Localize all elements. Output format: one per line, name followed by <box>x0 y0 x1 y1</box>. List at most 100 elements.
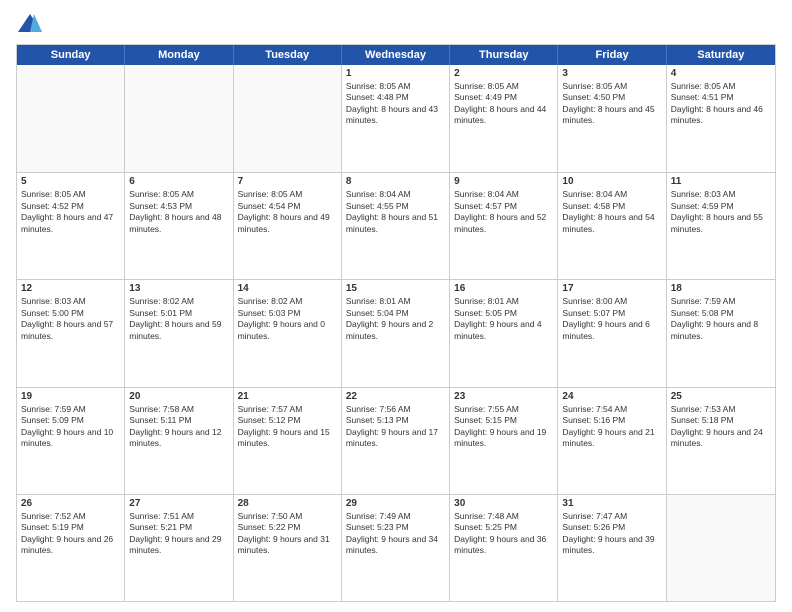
day-info: Sunrise: 8:01 AMSunset: 5:04 PMDaylight:… <box>346 296 445 342</box>
calendar-cell: 21Sunrise: 7:57 AMSunset: 5:12 PMDayligh… <box>234 388 342 494</box>
day-info: Sunrise: 7:51 AMSunset: 5:21 PMDaylight:… <box>129 511 228 557</box>
calendar-row: 19Sunrise: 7:59 AMSunset: 5:09 PMDayligh… <box>17 387 775 494</box>
calendar-cell: 27Sunrise: 7:51 AMSunset: 5:21 PMDayligh… <box>125 495 233 601</box>
day-info: Sunrise: 8:03 AMSunset: 4:59 PMDaylight:… <box>671 189 771 235</box>
calendar-cell: 4Sunrise: 8:05 AMSunset: 4:51 PMDaylight… <box>667 65 775 172</box>
header <box>16 10 776 38</box>
day-number: 24 <box>562 391 661 402</box>
calendar-row: 12 Sunrise: 8:03 AMSunset: 5:00 PMDayligh… <box>17 279 775 386</box>
day-info: Sunrise: 7:54 AMSunset: 5:16 PMDaylight:… <box>562 404 661 450</box>
day-number: 7 <box>238 176 337 187</box>
calendar-row: 1 Sunrise: 8:05 AMSunset: 4:48 PMDaylight… <box>17 65 775 172</box>
weekday-header: Saturday <box>667 45 775 65</box>
day-number: 29 <box>346 498 445 509</box>
day-info: Sunrise: 8:05 AMSunset: 4:51 PMDaylight:… <box>671 81 771 127</box>
weekday-header: Monday <box>125 45 233 65</box>
day-number: 22 <box>346 391 445 402</box>
calendar-row: 26 Sunrise: 7:52 AMSunset: 5:19 PMDayligh… <box>17 494 775 601</box>
day-info: Sunrise: 8:05 AMSunset: 4:48 PMDaylight:… <box>346 81 445 127</box>
calendar-body: 1 Sunrise: 8:05 AMSunset: 4:48 PMDaylight… <box>17 65 775 601</box>
day-info: Sunrise: 8:01 AMSunset: 5:05 PMDaylight:… <box>454 296 553 342</box>
logo <box>16 10 48 38</box>
day-number: 6 <box>129 176 228 187</box>
page: SundayMondayTuesdayWednesdayThursdayFrid… <box>0 0 792 612</box>
calendar-header: SundayMondayTuesdayWednesdayThursdayFrid… <box>17 45 775 65</box>
calendar-cell <box>17 65 125 172</box>
day-info: Sunrise: 7:47 AMSunset: 5:26 PMDaylight:… <box>562 511 661 557</box>
day-info: Sunrise: 7:53 AMSunset: 5:18 PMDaylight:… <box>671 404 771 450</box>
calendar-cell <box>234 65 342 172</box>
weekday-header: Friday <box>558 45 666 65</box>
calendar-cell: 3Sunrise: 8:05 AMSunset: 4:50 PMDaylight… <box>558 65 666 172</box>
calendar-row: 5 Sunrise: 8:05 AMSunset: 4:52 PMDaylight… <box>17 172 775 279</box>
calendar-cell: 1 Sunrise: 8:05 AMSunset: 4:48 PMDaylight… <box>342 65 450 172</box>
calendar-cell: 15Sunrise: 8:01 AMSunset: 5:04 PMDayligh… <box>342 280 450 386</box>
day-number: 9 <box>454 176 553 187</box>
calendar-cell: 25 Sunrise: 7:53 AMSunset: 5:18 PMDayligh… <box>667 388 775 494</box>
day-number: 2 <box>454 68 553 79</box>
calendar-cell: 23Sunrise: 7:55 AMSunset: 5:15 PMDayligh… <box>450 388 558 494</box>
day-number: 16 <box>454 283 553 294</box>
day-info: Sunrise: 8:03 AMSunset: 5:00 PMDaylight:… <box>21 296 120 342</box>
day-info: Sunrise: 8:05 AMSunset: 4:53 PMDaylight:… <box>129 189 228 235</box>
calendar-cell <box>125 65 233 172</box>
day-info: Sunrise: 8:05 AMSunset: 4:49 PMDaylight:… <box>454 81 553 127</box>
calendar-cell: 30Sunrise: 7:48 AMSunset: 5:25 PMDayligh… <box>450 495 558 601</box>
weekday-header: Sunday <box>17 45 125 65</box>
logo-icon <box>16 10 44 38</box>
calendar-cell: 20Sunrise: 7:58 AMSunset: 5:11 PMDayligh… <box>125 388 233 494</box>
day-info: Sunrise: 7:50 AMSunset: 5:22 PMDaylight:… <box>238 511 337 557</box>
calendar-cell: 19Sunrise: 7:59 AMSunset: 5:09 PMDayligh… <box>17 388 125 494</box>
weekday-header: Thursday <box>450 45 558 65</box>
calendar-cell: 5 Sunrise: 8:05 AMSunset: 4:52 PMDaylight… <box>17 173 125 279</box>
day-number: 28 <box>238 498 337 509</box>
calendar-cell: 10 Sunrise: 8:04 AMSunset: 4:58 PMDayligh… <box>558 173 666 279</box>
day-info: Sunrise: 7:49 AMSunset: 5:23 PMDaylight:… <box>346 511 445 557</box>
day-number: 26 <box>21 498 120 509</box>
calendar-cell: 26 Sunrise: 7:52 AMSunset: 5:19 PMDayligh… <box>17 495 125 601</box>
day-number: 17 <box>562 283 661 294</box>
calendar-cell: 12 Sunrise: 8:03 AMSunset: 5:00 PMDayligh… <box>17 280 125 386</box>
day-info: Sunrise: 7:56 AMSunset: 5:13 PMDaylight:… <box>346 404 445 450</box>
calendar-cell <box>667 495 775 601</box>
calendar-cell: 22 Sunrise: 7:56 AMSunset: 5:13 PMDayligh… <box>342 388 450 494</box>
day-info: Sunrise: 8:02 AMSunset: 5:01 PMDaylight:… <box>129 296 228 342</box>
day-number: 18 <box>671 283 771 294</box>
calendar-cell: 8Sunrise: 8:04 AMSunset: 4:55 PMDaylight… <box>342 173 450 279</box>
day-number: 10 <box>562 176 661 187</box>
calendar-cell: 28 Sunrise: 7:50 AMSunset: 5:22 PMDayligh… <box>234 495 342 601</box>
weekday-header: Wednesday <box>342 45 450 65</box>
day-number: 12 <box>21 283 120 294</box>
day-info: Sunrise: 8:05 AMSunset: 4:54 PMDaylight:… <box>238 189 337 235</box>
day-info: Sunrise: 7:59 AMSunset: 5:08 PMDaylight:… <box>671 296 771 342</box>
calendar-cell: 13Sunrise: 8:02 AMSunset: 5:01 PMDayligh… <box>125 280 233 386</box>
day-number: 23 <box>454 391 553 402</box>
day-info: Sunrise: 8:02 AMSunset: 5:03 PMDaylight:… <box>238 296 337 342</box>
day-info: Sunrise: 8:00 AMSunset: 5:07 PMDaylight:… <box>562 296 661 342</box>
day-info: Sunrise: 8:04 AMSunset: 4:57 PMDaylight:… <box>454 189 553 235</box>
calendar-cell: 7 Sunrise: 8:05 AMSunset: 4:54 PMDaylight… <box>234 173 342 279</box>
day-info: Sunrise: 8:05 AMSunset: 4:52 PMDaylight:… <box>21 189 120 235</box>
day-info: Sunrise: 8:05 AMSunset: 4:50 PMDaylight:… <box>562 81 661 127</box>
calendar-cell: 6 Sunrise: 8:05 AMSunset: 4:53 PMDaylight… <box>125 173 233 279</box>
day-info: Sunrise: 8:04 AMSunset: 4:58 PMDaylight:… <box>562 189 661 235</box>
day-number: 14 <box>238 283 337 294</box>
day-number: 25 <box>671 391 771 402</box>
day-number: 5 <box>21 176 120 187</box>
day-info: Sunrise: 8:04 AMSunset: 4:55 PMDaylight:… <box>346 189 445 235</box>
calendar-cell: 14 Sunrise: 8:02 AMSunset: 5:03 PMDayligh… <box>234 280 342 386</box>
calendar-cell: 18 Sunrise: 7:59 AMSunset: 5:08 PMDayligh… <box>667 280 775 386</box>
day-info: Sunrise: 7:59 AMSunset: 5:09 PMDaylight:… <box>21 404 120 450</box>
calendar-cell: 16 Sunrise: 8:01 AMSunset: 5:05 PMDayligh… <box>450 280 558 386</box>
calendar: SundayMondayTuesdayWednesdayThursdayFrid… <box>16 44 776 602</box>
day-number: 31 <box>562 498 661 509</box>
day-number: 20 <box>129 391 228 402</box>
calendar-cell: 2 Sunrise: 8:05 AMSunset: 4:49 PMDaylight… <box>450 65 558 172</box>
day-info: Sunrise: 7:52 AMSunset: 5:19 PMDaylight:… <box>21 511 120 557</box>
calendar-cell: 9 Sunrise: 8:04 AMSunset: 4:57 PMDaylight… <box>450 173 558 279</box>
weekday-header: Tuesday <box>234 45 342 65</box>
calendar-cell: 24 Sunrise: 7:54 AMSunset: 5:16 PMDayligh… <box>558 388 666 494</box>
day-number: 11 <box>671 176 771 187</box>
day-info: Sunrise: 7:48 AMSunset: 5:25 PMDaylight:… <box>454 511 553 557</box>
day-number: 1 <box>346 68 445 79</box>
